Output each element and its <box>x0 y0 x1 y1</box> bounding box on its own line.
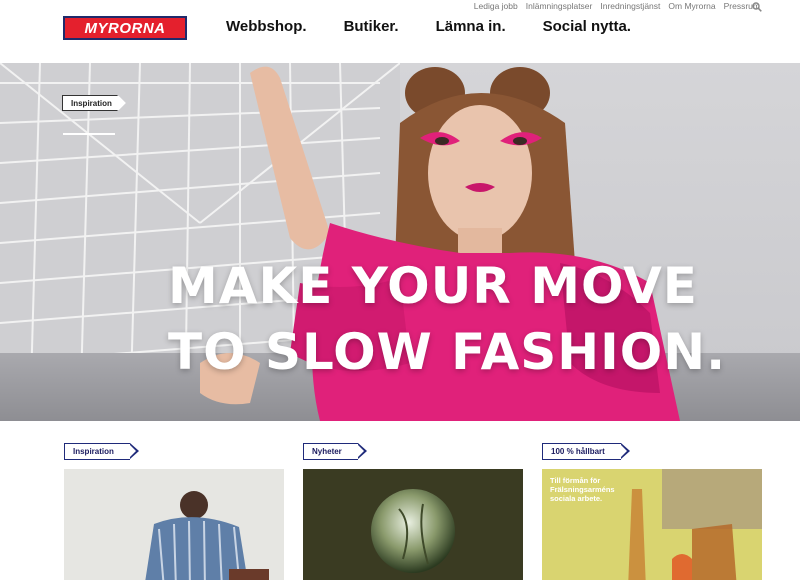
glass-sphere-photo[interactable] <box>303 469 523 580</box>
nav-stores[interactable]: Butiker. <box>344 18 399 35</box>
fashion-model-photo[interactable] <box>64 469 284 580</box>
card-tag-wrap: Inspiration <box>64 442 284 460</box>
card-category-tag[interactable]: Inspiration <box>64 442 139 460</box>
top-link-dropoff-locations[interactable]: Inlämningsplatser <box>526 1 593 11</box>
nav-webshop[interactable]: Webbshop. <box>226 18 307 35</box>
card-image-art <box>64 469 284 580</box>
card-image-art <box>303 469 523 580</box>
article-card-news[interactable]: Nyheter <box>303 442 523 580</box>
card-tag-wrap: Nyheter <box>303 442 523 460</box>
hero-banner[interactable]: Inspiration MAKE YOUR MOVE TO SLOW FASHI… <box>0 63 800 421</box>
hero-category-tag[interactable]: Inspiration <box>63 96 126 110</box>
utility-nav: Lediga jobb Inlämningsplatser Inrednings… <box>474 1 760 11</box>
main-nav: Webbshop. Butiker. Lämna in. Social nytt… <box>226 18 668 35</box>
article-card-inspiration[interactable]: Inspiration <box>64 442 284 580</box>
search-icon[interactable] <box>752 2 762 12</box>
hero-headline-line-1: MAKE YOUR MOVE <box>168 257 698 315</box>
card-category-tag[interactable]: Nyheter <box>303 442 367 460</box>
card-image-caption: Till förmån för Frälsningsarméns sociala… <box>550 476 615 503</box>
logo-text: MYRORNA <box>84 19 166 37</box>
hero-headline-line-2: TO SLOW FASHION. <box>168 323 727 381</box>
top-link-about[interactable]: Om Myrorna <box>668 1 715 11</box>
glass-vases-photo[interactable]: Till förmån för Frälsningsarméns sociala… <box>542 469 762 580</box>
hero-divider <box>63 133 115 135</box>
nav-social-benefit[interactable]: Social nytta. <box>543 18 631 35</box>
nav-donate[interactable]: Lämna in. <box>436 18 506 35</box>
top-link-jobs[interactable]: Lediga jobb <box>474 1 518 11</box>
logo-badge: MYRORNA <box>65 18 185 38</box>
article-card-sustainable[interactable]: 100 % hållbart Till förmån för Frälsning… <box>542 442 762 580</box>
site-header: MYRORNA Lediga jobb Inlämningsplatser In… <box>0 0 800 63</box>
hero-headline: MAKE YOUR MOVE TO SLOW FASHION. <box>168 253 726 385</box>
top-link-interior-service[interactable]: Inredningstjänst <box>600 1 660 11</box>
myrorna-logo[interactable]: MYRORNA <box>63 16 187 40</box>
card-category-tag[interactable]: 100 % hållbart <box>542 442 630 460</box>
card-tag-wrap: 100 % hållbart <box>542 442 762 460</box>
